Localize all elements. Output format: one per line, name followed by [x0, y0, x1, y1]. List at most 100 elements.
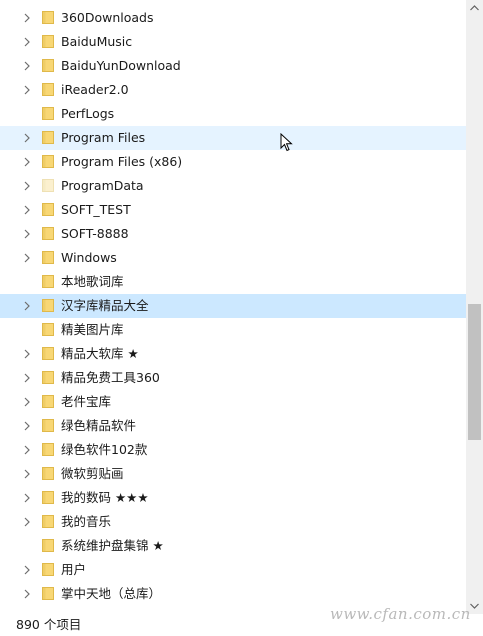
mouse-cursor-icon — [280, 133, 293, 152]
tree-item-label: 360Downloads — [61, 10, 154, 25]
folder-icon — [42, 227, 54, 240]
chevron-right-icon[interactable] — [20, 6, 34, 30]
tree-item-label: Program Files — [61, 130, 146, 145]
tree-item-label: 系统维护盘集锦 ★ — [61, 538, 164, 553]
tree-item[interactable]: 绿色软件102款 — [0, 438, 466, 462]
tree-item-label: 精美图片库 — [61, 322, 124, 337]
folder-icon — [42, 443, 54, 456]
folder-icon — [42, 323, 54, 336]
folder-icon — [42, 491, 54, 504]
tree-item[interactable]: 系统维护盘集锦 ★ — [0, 534, 466, 558]
chevron-right-icon[interactable] — [20, 78, 34, 102]
folder-icon — [42, 107, 54, 120]
tree-item-label: 绿色软件102款 — [61, 442, 148, 457]
chevron-right-icon[interactable] — [20, 342, 34, 366]
tree-item[interactable]: Program Files — [0, 126, 466, 150]
tree-item-label: 用户 — [61, 562, 87, 577]
tree-item[interactable]: SOFT_TEST — [0, 198, 466, 222]
tree-item[interactable]: ProgramData — [0, 174, 466, 198]
chevron-right-icon[interactable] — [20, 558, 34, 582]
scrollbar-thumb[interactable] — [468, 304, 481, 440]
item-count: 890 个项目 — [16, 617, 82, 632]
tree-item[interactable]: Program Files (x86) — [0, 150, 466, 174]
folder-icon — [42, 515, 54, 528]
tree-item[interactable]: 老件宝库 — [0, 390, 466, 414]
tree-item[interactable]: SOFT-8888 — [0, 222, 466, 246]
tree-item-label: BaiduMusic — [61, 34, 133, 49]
tree-item[interactable]: 精品大软库 ★ — [0, 342, 466, 366]
folder-icon — [42, 179, 54, 192]
chevron-right-icon[interactable] — [20, 462, 34, 486]
tree-item[interactable]: 精品免费工具360 — [0, 366, 466, 390]
folder-icon — [42, 251, 54, 264]
tree-item[interactable]: BaiduMusic — [0, 30, 466, 54]
tree-item-label: 老件宝库 — [61, 394, 112, 409]
chevron-right-icon[interactable] — [20, 390, 34, 414]
tree-item-label: 精品大软库 ★ — [61, 346, 139, 361]
chevron-right-icon[interactable] — [20, 366, 34, 390]
chevron-right-icon[interactable] — [20, 126, 34, 150]
chevron-right-icon[interactable] — [20, 54, 34, 78]
tree-item-label: 掌中天地（总库） — [61, 586, 162, 601]
folder-icon — [42, 395, 54, 408]
chevron-right-icon[interactable] — [20, 150, 34, 174]
tree-item-label: 我的音乐 — [61, 514, 112, 529]
tree-item[interactable]: 本地歌词库 — [0, 270, 466, 294]
folder-icon — [42, 563, 54, 576]
tree-item[interactable]: 我的数码 ★★★ — [0, 486, 466, 510]
folder-icon — [42, 59, 54, 72]
tree-item[interactable]: iReader2.0 — [0, 78, 466, 102]
tree-item-label: BaiduYunDownload — [61, 58, 181, 73]
tree-item[interactable]: 掌中天地（总库） — [0, 582, 466, 606]
chevron-right-icon[interactable] — [20, 414, 34, 438]
chevron-right-icon[interactable] — [20, 30, 34, 54]
tree-item[interactable]: 我的音乐 — [0, 510, 466, 534]
tree-item[interactable]: 360Downloads — [0, 6, 466, 30]
tree-item-label: 绿色精品软件 — [61, 418, 137, 433]
tree-item[interactable]: 汉字库精品大全 — [0, 294, 466, 318]
tree-item-label: 汉字库精品大全 — [61, 298, 149, 313]
tree-item-label: iReader2.0 — [61, 82, 129, 97]
folder-icon — [42, 347, 54, 360]
folder-icon — [42, 587, 54, 600]
tree-item-label: ProgramData — [61, 178, 144, 193]
folder-icon — [42, 275, 54, 288]
chevron-right-icon[interactable] — [20, 174, 34, 198]
tree-item-label: Windows — [61, 250, 117, 265]
folder-icon — [42, 11, 54, 24]
folder-icon — [42, 131, 54, 144]
scroll-up-arrow-icon[interactable] — [466, 0, 483, 16]
tree-item[interactable]: 绿色精品软件 — [0, 414, 466, 438]
folder-icon — [42, 467, 54, 480]
tree-item[interactable]: PerfLogs — [0, 102, 466, 126]
chevron-right-icon[interactable] — [20, 582, 34, 606]
tree-item-label: Program Files (x86) — [61, 154, 183, 169]
chevron-right-icon[interactable] — [20, 486, 34, 510]
chevron-right-icon[interactable] — [20, 294, 34, 318]
navigation-tree: 360Downloads BaiduMusic BaiduYunDownload iR… — [0, 0, 466, 614]
tree-item-label: SOFT_TEST — [61, 202, 131, 217]
folder-icon — [42, 371, 54, 384]
tree-item-label: PerfLogs — [61, 106, 115, 121]
chevron-right-icon[interactable] — [20, 222, 34, 246]
tree-item[interactable]: 用户 — [0, 558, 466, 582]
folder-icon — [42, 203, 54, 216]
tree-item-label: 我的数码 ★★★ — [61, 490, 149, 505]
folder-icon — [42, 155, 54, 168]
watermark: www.cfan.com.cn — [330, 605, 471, 623]
tree-item-label: 精品免费工具360 — [61, 370, 160, 385]
folder-icon — [42, 539, 54, 552]
vertical-scrollbar[interactable] — [466, 0, 483, 614]
tree-item[interactable]: 精美图片库 — [0, 318, 466, 342]
folder-icon — [42, 35, 54, 48]
folder-icon — [42, 419, 54, 432]
folder-icon — [42, 83, 54, 96]
tree-item[interactable]: 微软剪贴画 — [0, 462, 466, 486]
chevron-right-icon[interactable] — [20, 438, 34, 462]
chevron-right-icon[interactable] — [20, 198, 34, 222]
chevron-right-icon[interactable] — [20, 246, 34, 270]
tree-item[interactable]: BaiduYunDownload — [0, 54, 466, 78]
chevron-right-icon[interactable] — [20, 510, 34, 534]
folder-icon — [42, 299, 54, 312]
tree-item[interactable]: Windows — [0, 246, 466, 270]
